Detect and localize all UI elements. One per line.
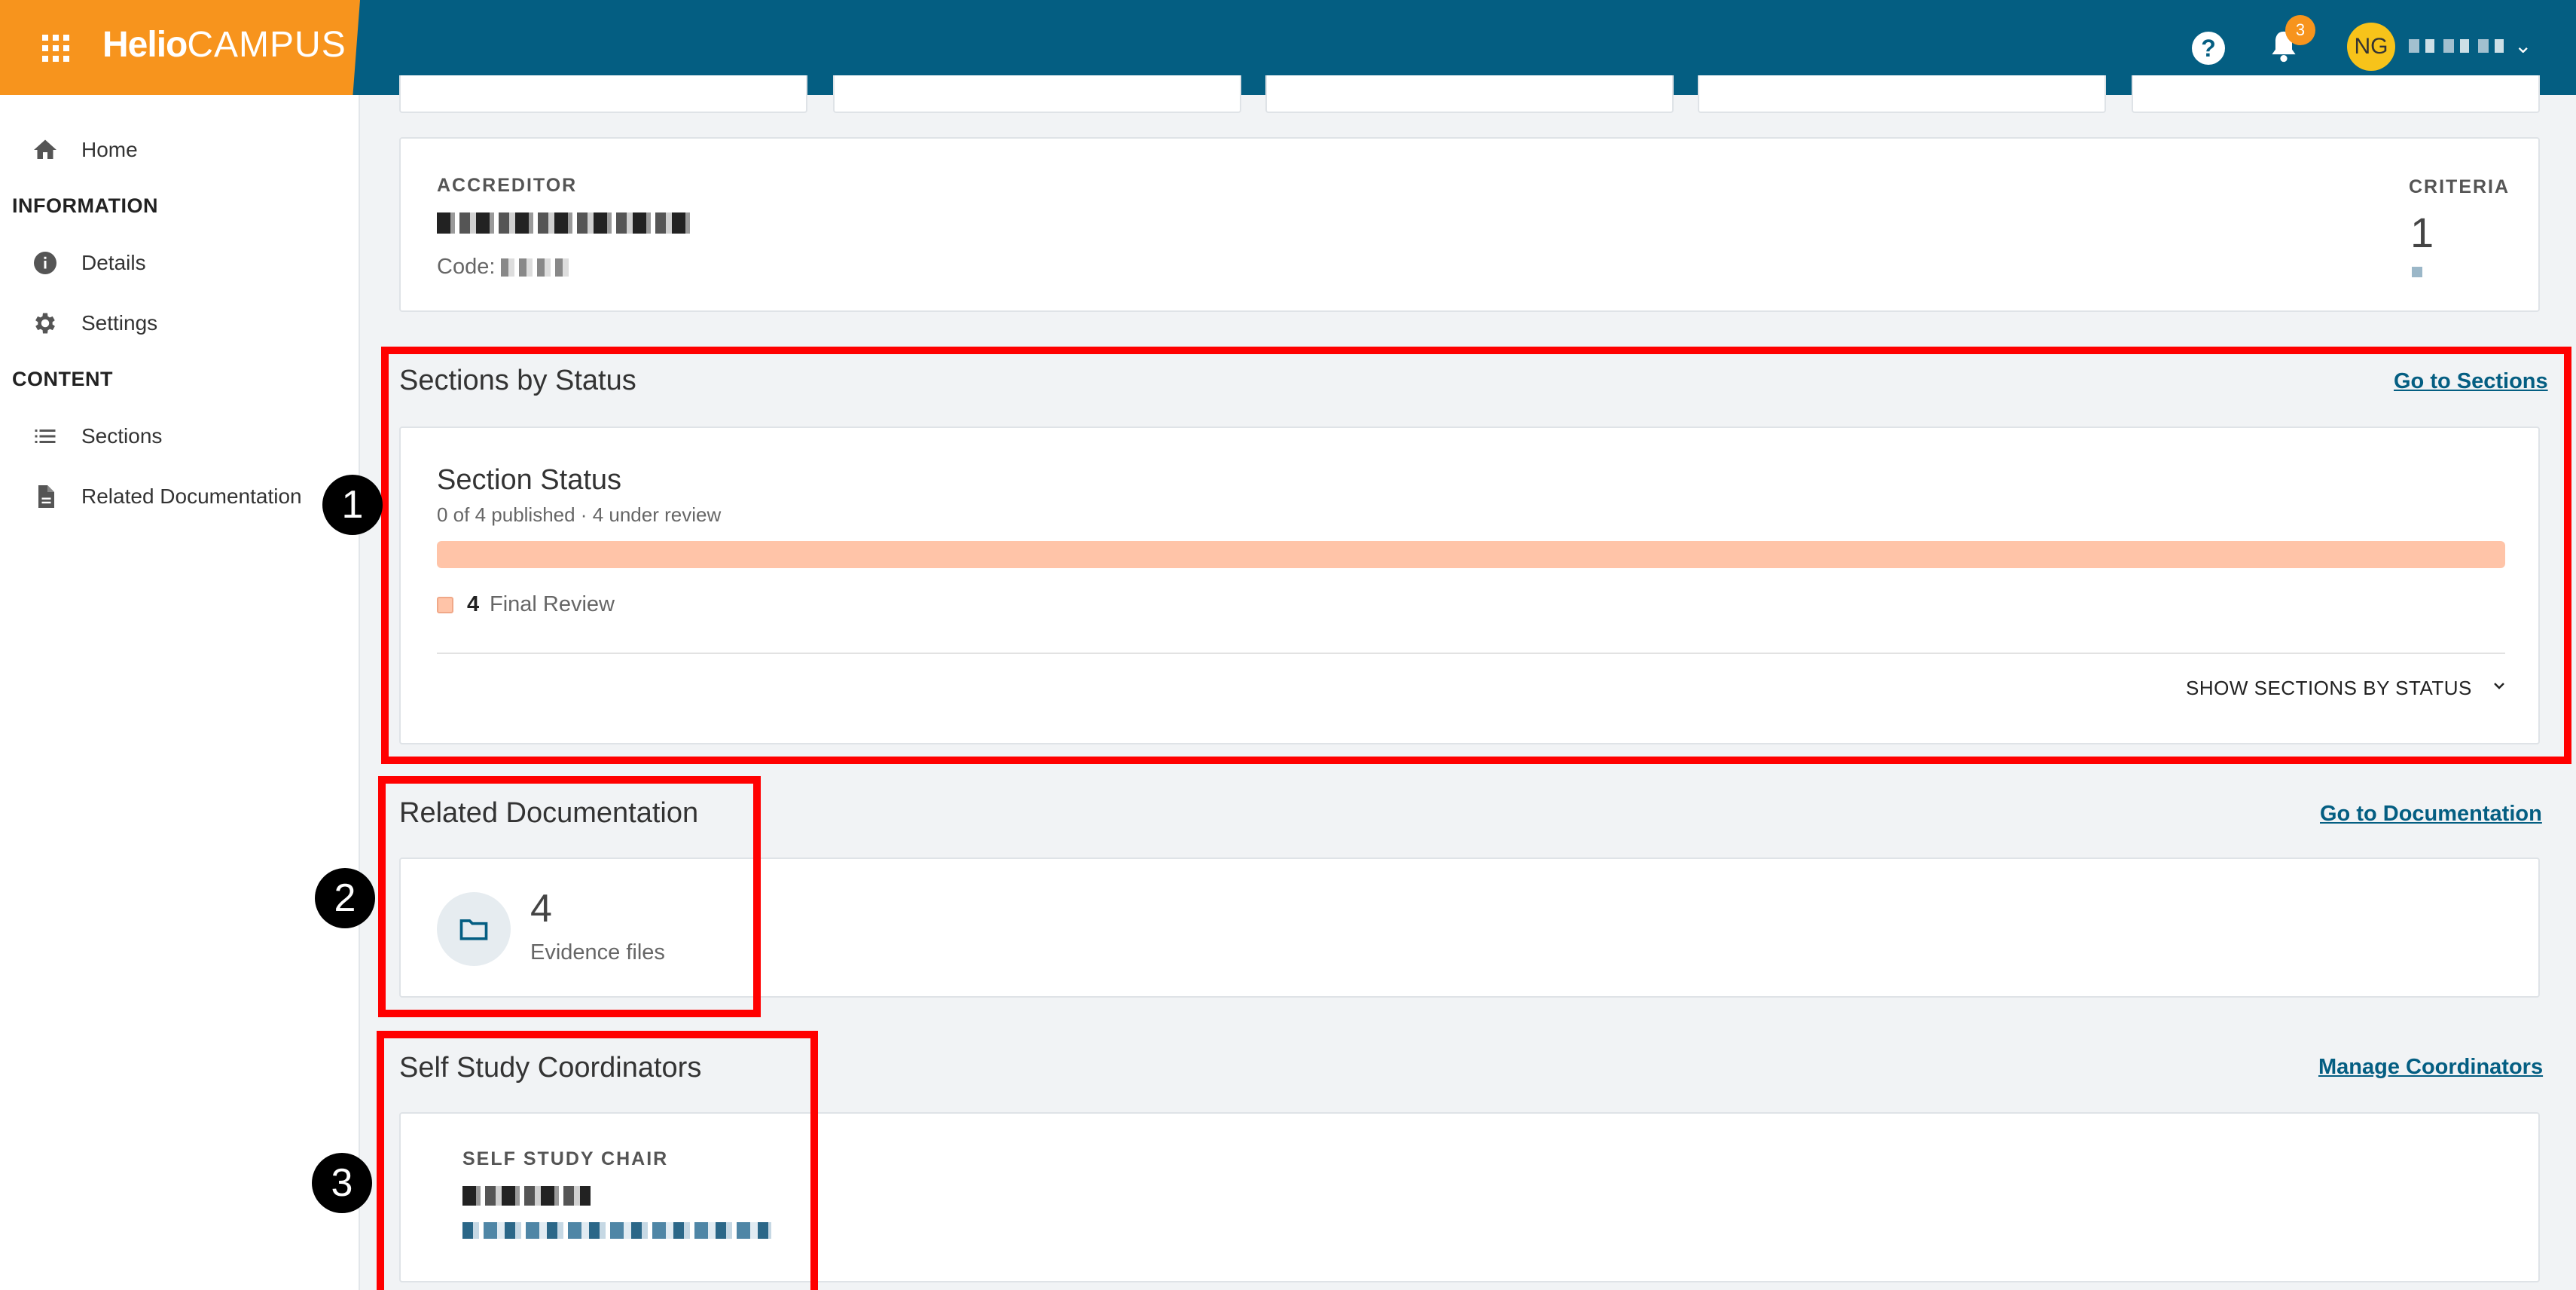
sidebar-item-home[interactable]: Home	[0, 124, 354, 176]
sidebar-item-label: Home	[81, 138, 138, 161]
criteria-indicator	[2412, 267, 2422, 277]
app-grid-icon[interactable]	[42, 35, 69, 62]
home-icon	[30, 135, 60, 165]
manage-coordinators-link[interactable]: Manage Coordinators	[2318, 1055, 2543, 1080]
accreditor-name-redacted	[437, 212, 693, 234]
annotation-marker-3: 3	[312, 1153, 372, 1213]
sidebar-item-label: Settings	[81, 311, 158, 335]
sidebar-heading-information: INFORMATION	[12, 194, 158, 217]
annotation-marker-2: 2	[315, 868, 375, 928]
summary-card	[1265, 75, 1674, 113]
highlight-box-1	[381, 347, 2571, 764]
heliocampus-logo[interactable]: HelioCAMPUS	[102, 24, 346, 66]
info-icon	[30, 248, 60, 278]
code-value-redacted	[501, 258, 569, 277]
summary-card	[2132, 75, 2540, 113]
document-icon	[30, 481, 60, 512]
user-name-redacted[interactable]	[2409, 39, 2507, 53]
notification-count-badge: 3	[2285, 15, 2315, 45]
summary-card	[399, 75, 807, 113]
summary-card	[1698, 75, 2106, 113]
annotation-marker-1: 1	[322, 475, 383, 535]
sidebar-item-settings[interactable]: Settings	[0, 297, 354, 350]
gear-icon	[30, 308, 60, 338]
sidebar: Home INFORMATION Details Settings CONTEN…	[0, 95, 360, 1290]
sidebar-item-label: Details	[81, 251, 146, 274]
highlight-box-2	[378, 776, 761, 1017]
sidebar-item-label: Sections	[81, 424, 163, 448]
sidebar-item-related-documentation[interactable]: Related Documentation	[0, 470, 354, 523]
sidebar-item-label: Related Documentation	[81, 485, 302, 508]
chevron-down-icon[interactable]: ⌄	[2514, 33, 2532, 58]
accreditor-label: ACCREDITOR	[437, 175, 578, 196]
sidebar-item-details[interactable]: Details	[0, 237, 354, 289]
accreditor-code: Code:	[437, 255, 569, 280]
code-label: Code:	[437, 255, 496, 279]
go-to-documentation-link[interactable]: Go to Documentation	[2320, 802, 2542, 827]
criteria-label: CRITERIA	[2409, 176, 2510, 197]
accreditor-card: ACCREDITOR Code: CRITERIA 1	[399, 137, 2540, 312]
user-avatar[interactable]: NG	[2347, 23, 2395, 71]
criteria-value: 1	[2410, 209, 2434, 256]
highlight-box-3	[377, 1031, 818, 1290]
sidebar-heading-content: CONTENT	[12, 368, 113, 390]
list-icon	[30, 421, 60, 451]
summary-card	[833, 75, 1241, 113]
help-icon[interactable]: ?	[2192, 32, 2225, 65]
sidebar-item-sections[interactable]: Sections	[0, 410, 354, 463]
